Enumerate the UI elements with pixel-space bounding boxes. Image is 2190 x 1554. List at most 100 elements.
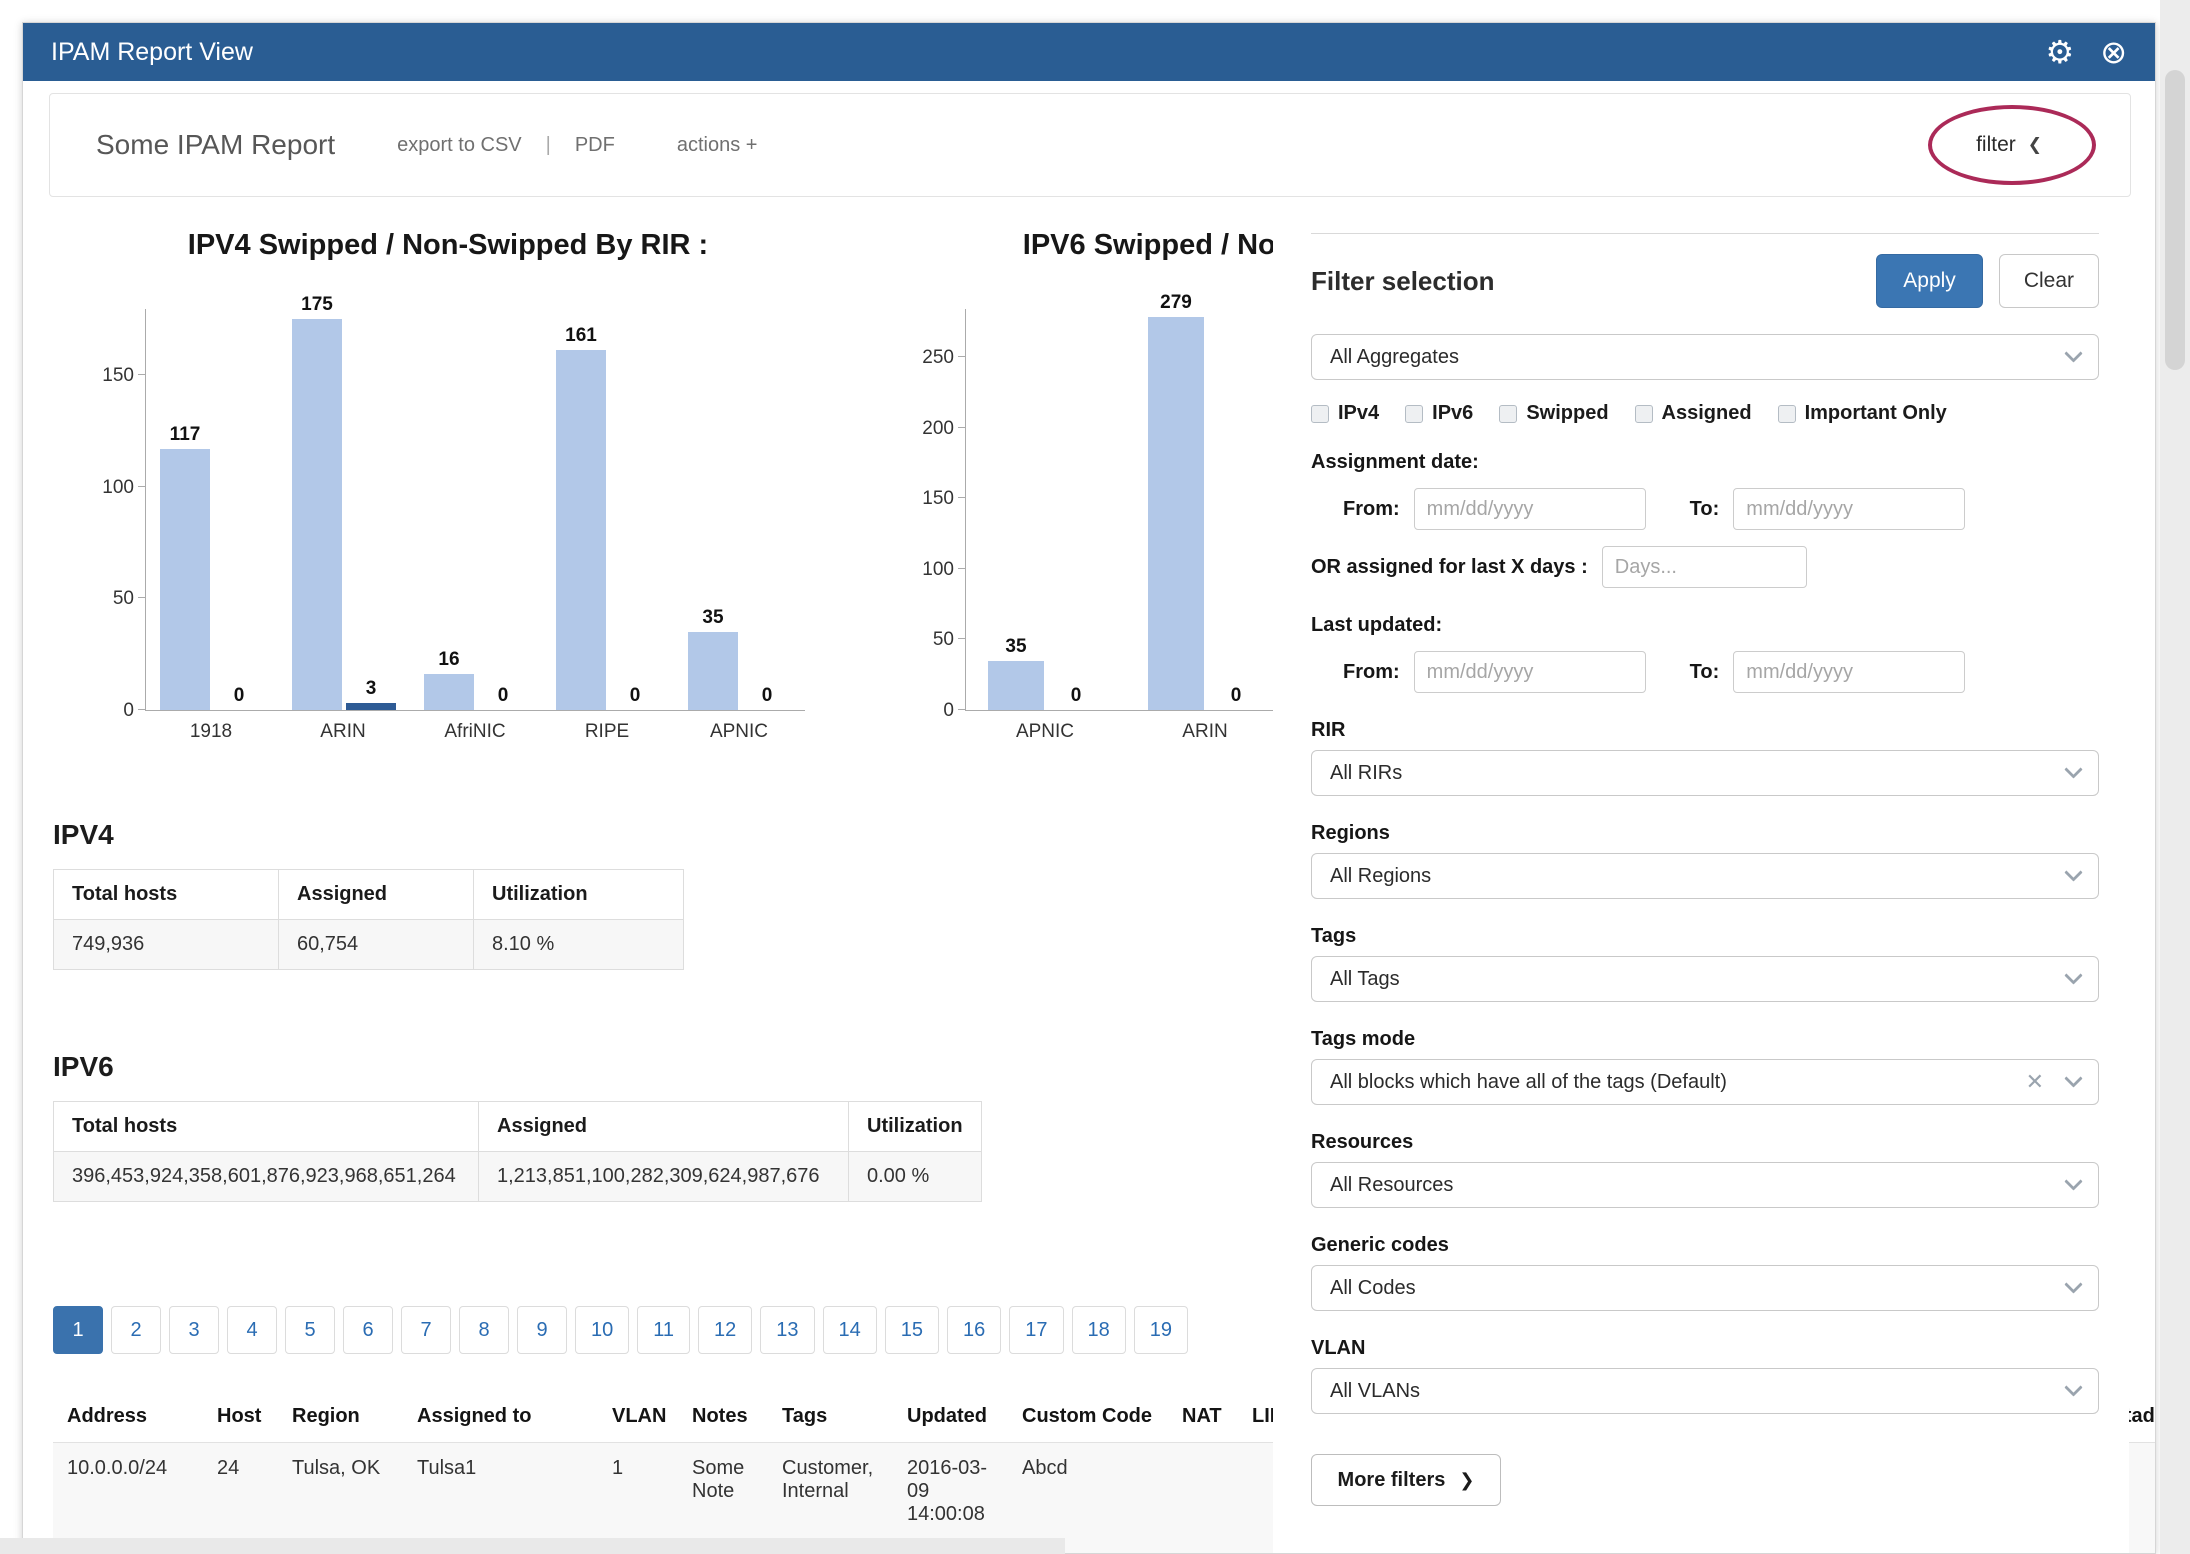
clear-button[interactable]: Clear bbox=[1999, 254, 2099, 308]
ipv6-section-heading: IPV6 bbox=[53, 1051, 114, 1083]
ipv4-summary-table: Total hosts Assigned Utilization 749,936… bbox=[53, 869, 684, 970]
last-updated-to-input[interactable] bbox=[1733, 651, 1965, 693]
gear-icon[interactable]: ⚙ bbox=[2046, 36, 2075, 68]
important-only-checkbox[interactable] bbox=[1778, 405, 1796, 423]
page-button-4[interactable]: 4 bbox=[227, 1306, 277, 1354]
horizontal-scrollbar[interactable] bbox=[0, 1538, 1065, 1554]
page-button-12[interactable]: 12 bbox=[698, 1306, 752, 1354]
bar bbox=[292, 319, 342, 710]
page-button-17[interactable]: 17 bbox=[1009, 1306, 1063, 1354]
screen: IPAM Report View ⚙ ⊗ Some IPAM Report ex… bbox=[0, 0, 2190, 1554]
page-button-6[interactable]: 6 bbox=[343, 1306, 393, 1354]
assigned-checkbox[interactable] bbox=[1635, 405, 1653, 423]
chevron-down-icon bbox=[2064, 1275, 2082, 1293]
bar-apnic-swipped: 35 bbox=[688, 607, 738, 710]
page-button-10[interactable]: 10 bbox=[575, 1306, 629, 1354]
ipv4-utilization: 8.10 % bbox=[474, 920, 684, 970]
column-header-custom-code: Custom Code bbox=[1008, 1391, 1168, 1443]
table-row: 749,936 60,754 8.10 % bbox=[54, 920, 684, 970]
vlan-select[interactable]: All VLANs bbox=[1311, 1368, 2099, 1414]
y-tick-label: 250 bbox=[904, 347, 954, 369]
y-tick-mark bbox=[138, 597, 146, 598]
x-category-label: APNIC bbox=[965, 721, 1125, 743]
ipv6-checkbox[interactable] bbox=[1405, 405, 1423, 423]
checkbox-item-ipv4[interactable]: IPv4 bbox=[1311, 402, 1379, 425]
y-tick-mark bbox=[958, 356, 966, 357]
aggregates-select[interactable]: All Aggregates bbox=[1311, 334, 2099, 380]
page-button-3[interactable]: 3 bbox=[169, 1306, 219, 1354]
tags-select[interactable]: All Tags bbox=[1311, 956, 2099, 1002]
generic-codes-select[interactable]: All Codes bbox=[1311, 1265, 2099, 1311]
column-header-nat: NAT bbox=[1168, 1391, 1238, 1443]
page-button-14[interactable]: 14 bbox=[823, 1306, 877, 1354]
checkbox-item-ipv6[interactable]: IPv6 bbox=[1405, 402, 1473, 425]
checkbox-item-swipped[interactable]: Swipped bbox=[1499, 402, 1608, 425]
actions-menu[interactable]: actions + bbox=[677, 134, 758, 157]
chevron-down-icon bbox=[2064, 1069, 2082, 1087]
page-button-2[interactable]: 2 bbox=[111, 1306, 161, 1354]
x-category-label: AfriNIC bbox=[409, 721, 541, 743]
pdf-link[interactable]: PDF bbox=[575, 134, 615, 157]
filter-checkbox-row: IPv4 IPv6 Swipped Assigned Important Only bbox=[1311, 402, 2099, 425]
page-button-8[interactable]: 8 bbox=[459, 1306, 509, 1354]
page-button-18[interactable]: 18 bbox=[1072, 1306, 1126, 1354]
y-tick-mark bbox=[958, 497, 966, 498]
assignment-date-to-input[interactable] bbox=[1733, 488, 1965, 530]
page-button-13[interactable]: 13 bbox=[760, 1306, 814, 1354]
page-button-7[interactable]: 7 bbox=[401, 1306, 451, 1354]
page-button-5[interactable]: 5 bbox=[285, 1306, 335, 1354]
page-button-11[interactable]: 11 bbox=[637, 1306, 690, 1354]
selected-value: All Regions bbox=[1330, 865, 1431, 888]
checkbox-item-assigned[interactable]: Assigned bbox=[1635, 402, 1752, 425]
rir-select[interactable]: All RIRs bbox=[1311, 750, 2099, 796]
filter-panel-title: Filter selection bbox=[1311, 266, 1495, 297]
checkbox-label: Assigned bbox=[1662, 402, 1752, 425]
tags-label: Tags bbox=[1311, 925, 2099, 948]
clear-x-icon[interactable]: ✕ bbox=[2026, 1069, 2044, 1095]
page-button-19[interactable]: 19 bbox=[1134, 1306, 1188, 1354]
last-x-days-input[interactable] bbox=[1602, 546, 1807, 588]
page-button-15[interactable]: 15 bbox=[885, 1306, 939, 1354]
swipped-checkbox[interactable] bbox=[1499, 405, 1517, 423]
checkbox-label: IPv4 bbox=[1338, 402, 1379, 425]
close-icon[interactable]: ⊗ bbox=[2100, 36, 2127, 68]
filter-panel-header: Filter selection Apply Clear bbox=[1311, 254, 2099, 308]
assignment-date-from-input[interactable] bbox=[1414, 488, 1646, 530]
y-tick-label: 100 bbox=[84, 477, 134, 499]
column-header-vlan: VLAN bbox=[598, 1391, 678, 1443]
checkbox-item-important-only[interactable]: Important Only bbox=[1778, 402, 1947, 425]
bar-value-label: 161 bbox=[565, 325, 597, 347]
more-filters-button[interactable]: More filters ❯ bbox=[1311, 1454, 1501, 1506]
vlan-label: VLAN bbox=[1311, 1337, 2099, 1360]
ipv4-checkbox[interactable] bbox=[1311, 405, 1329, 423]
apply-button[interactable]: Apply bbox=[1876, 254, 1983, 308]
page-button-1[interactable]: 1 bbox=[53, 1306, 103, 1354]
page-button-16[interactable]: 16 bbox=[947, 1306, 1001, 1354]
y-tick-label: 100 bbox=[904, 559, 954, 581]
bar-afrinic-swipped: 16 bbox=[424, 649, 474, 710]
selected-value: All Resources bbox=[1330, 1174, 1453, 1197]
pagination: 12345678910111213141516171819 bbox=[53, 1306, 1196, 1354]
vertical-scrollbar-thumb[interactable] bbox=[2165, 70, 2185, 370]
tags-mode-select[interactable]: All blocks which have all of the tags (D… bbox=[1311, 1059, 2099, 1105]
filter-toggle-button[interactable]: filter ❮ bbox=[1976, 133, 2042, 157]
column-header-region: Region bbox=[278, 1391, 403, 1443]
assignment-date-row: From: To: bbox=[1343, 488, 2099, 530]
report-toolbar: Some IPAM Report export to CSV | PDF act… bbox=[49, 93, 2131, 197]
bar-value-label: 35 bbox=[702, 607, 723, 629]
more-filters-label: More filters bbox=[1338, 1469, 1446, 1492]
column-header-total-hosts: Total hosts bbox=[54, 1102, 479, 1152]
last-updated-label: Last updated: bbox=[1311, 614, 2099, 637]
regions-select[interactable]: All Regions bbox=[1311, 853, 2099, 899]
resources-select[interactable]: All Resources bbox=[1311, 1162, 2099, 1208]
last-x-days-label: OR assigned for last X days : bbox=[1311, 556, 1588, 579]
export-csv-link[interactable]: export to CSV bbox=[397, 134, 522, 157]
cell-nat bbox=[1168, 1443, 1238, 1554]
last-updated-from-input[interactable] bbox=[1414, 651, 1646, 693]
column-header-notes: Notes bbox=[678, 1391, 768, 1443]
page-button-9[interactable]: 9 bbox=[517, 1306, 567, 1354]
vertical-scrollbar[interactable] bbox=[2160, 0, 2190, 1554]
bar-arin-non-swipped: 0 bbox=[1208, 685, 1264, 710]
filter-sections: RIRAll RIRsRegionsAll RegionsTagsAll Tag… bbox=[1311, 719, 2099, 1414]
chevron-down-icon bbox=[2064, 863, 2082, 881]
